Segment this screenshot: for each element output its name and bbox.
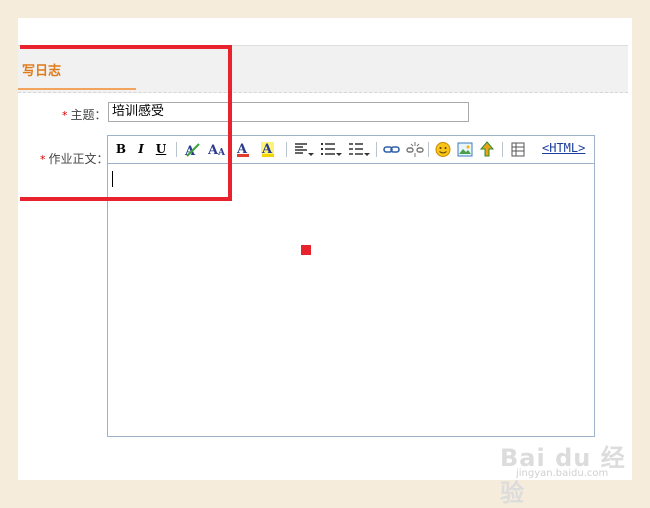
page-title: 写日志 [22, 64, 62, 79]
rich-text-editor[interactable]: B I U A AA A A <HTML> [107, 135, 595, 437]
toolbar-separator [376, 142, 377, 157]
page: 写日志 *主题： *作业正文： B I U A AA A A [18, 18, 632, 480]
annotation-dot [301, 245, 311, 255]
text-caret [112, 171, 113, 187]
upload-icon[interactable] [478, 141, 496, 158]
clear-format-icon[interactable]: A [184, 141, 204, 159]
subject-input[interactable] [108, 102, 469, 122]
image-icon[interactable] [456, 141, 474, 158]
toolbar-separator [286, 142, 287, 157]
svg-text:A: A [184, 144, 196, 158]
ordered-list-icon[interactable] [348, 141, 370, 158]
toolbar-separator [428, 142, 429, 157]
header-bar: 写日志 [18, 45, 628, 93]
html-mode-link[interactable]: <HTML> [542, 141, 585, 155]
font-size-icon[interactable]: AA [207, 141, 230, 158]
toolbar-separator [502, 142, 503, 157]
bold-icon[interactable]: B [114, 141, 128, 158]
required-mark: * [62, 109, 68, 122]
required-mark: * [40, 153, 46, 166]
align-icon[interactable] [294, 141, 314, 158]
unlink-icon[interactable] [406, 141, 424, 158]
table-icon[interactable] [509, 141, 527, 158]
italic-icon[interactable]: I [134, 141, 148, 158]
subject-label: * 主题： [62, 108, 107, 122]
watermark-url: jingyan.baidu.com [516, 468, 609, 479]
font-color-icon[interactable]: A [235, 141, 255, 158]
underline-icon[interactable]: U [154, 141, 168, 158]
title-underline [18, 88, 136, 90]
emoticon-icon[interactable] [434, 141, 452, 158]
link-icon[interactable] [383, 141, 401, 158]
body-label: * 作业正文： [40, 152, 109, 166]
unordered-list-icon[interactable] [320, 141, 342, 158]
highlight-color-icon[interactable]: A [260, 141, 280, 158]
toolbar-separator [176, 142, 177, 157]
editor-toolbar: B I U A AA A A <HTML> [108, 136, 594, 164]
svg-text:A: A [217, 148, 226, 158]
